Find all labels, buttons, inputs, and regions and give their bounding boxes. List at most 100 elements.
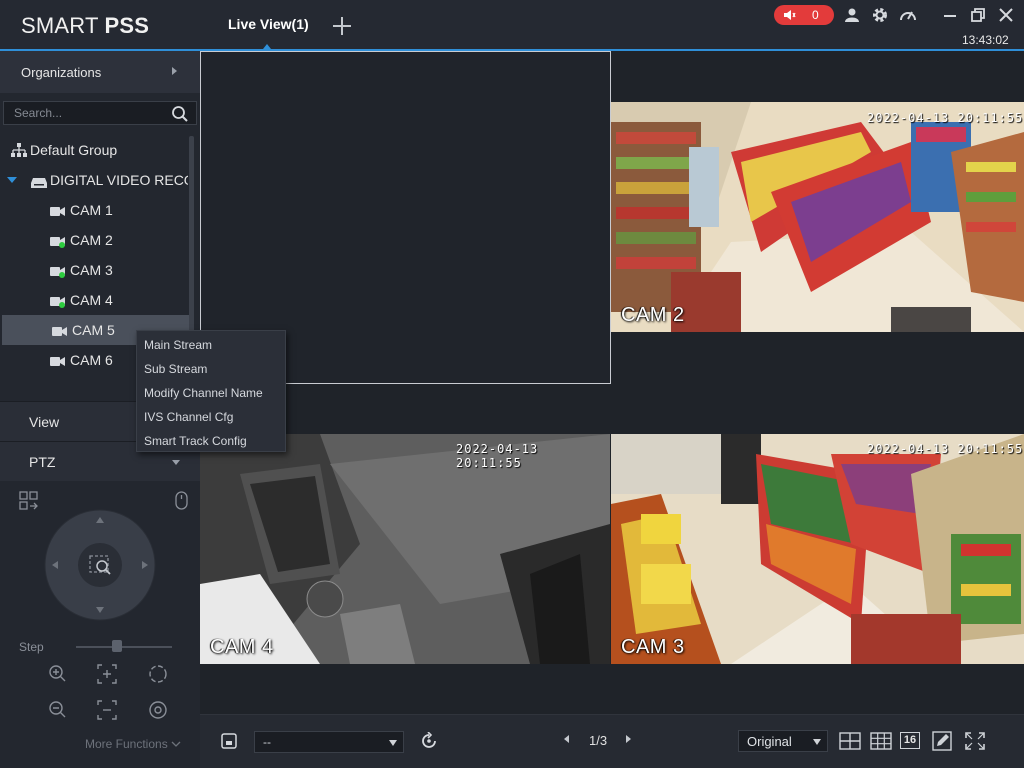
tab-live-view[interactable]: Live View(1) [228,16,309,32]
search-box [3,101,197,125]
ptz-joystick[interactable] [44,509,156,621]
focus-near-icon[interactable] [97,664,117,689]
cam3-label: CAM 3 [621,636,685,658]
video-cell-4[interactable]: 2022-04-13 20:11:55 CAM 3 [611,384,1024,714]
channel-label: CAM 5 [72,322,115,338]
channel-label: CAM 3 [70,262,113,278]
context-menu-item[interactable]: Sub Stream [144,357,284,379]
view-select[interactable]: -- [254,731,404,753]
tree-device-label: DIGITAL VIDEO RECO [50,172,188,188]
tree-item-channel[interactable]: CAM 4 [0,285,188,315]
dropdown-arrow-icon [389,740,397,746]
search-input[interactable] [14,105,164,121]
video-cell-2[interactable]: 2022-04-13 20:11:55 CAM 2 [611,51,1024,384]
cam2-timestamp: 2022-04-13 20:11:55 [867,111,1024,125]
user-icon[interactable] [843,6,861,24]
prev-page-icon[interactable] [564,735,569,743]
organizations-header[interactable]: Organizations [0,51,200,93]
mouse-icon[interactable] [175,491,188,516]
ptz-layout-icon[interactable] [19,491,39,516]
dvr-icon [31,175,47,191]
tree-item-channel[interactable]: CAM 1 [0,195,188,225]
page-indicator: 1/3 [589,733,608,748]
view-select-value: -- [263,735,271,749]
channel-label: CAM 1 [70,202,113,218]
camera-icon [50,235,66,251]
expand-arrow-icon[interactable] [7,177,17,183]
speaker-icon [782,8,796,27]
tree-item-channel[interactable]: CAM 2 [0,225,188,255]
context-menu-item[interactable]: Smart Track Config [144,429,284,451]
iris-close-icon[interactable] [148,700,168,725]
chevron-right-icon [172,67,177,75]
channel-context-menu: Main Stream Sub Stream Modify Channel Name… [136,330,286,452]
add-tab-icon[interactable] [330,14,354,38]
cam4-timestamp: 2022-04-13 20:11:55 [456,442,539,470]
zoom-in-icon[interactable] [48,664,68,689]
channel-label: CAM 2 [70,232,113,248]
tree-item-default-group[interactable]: Default Group [0,135,188,165]
camera-icon [52,325,68,341]
close-icon[interactable] [997,6,1015,24]
next-page-icon[interactable] [626,735,631,743]
layout-9-icon[interactable] [870,731,892,751]
app-logo: SMART PSS [21,13,150,38]
channel-label: CAM 6 [70,352,113,368]
chevron-down-icon [171,741,181,747]
more-functions-link[interactable]: More Functions [85,737,181,751]
alarm-badge[interactable]: 0 [774,5,834,25]
context-menu-item-label: Smart Track Config [144,434,247,448]
clock: 13:43:02 [962,33,1009,47]
channel-label: CAM 4 [70,292,113,308]
camera-icon [50,205,66,221]
restore-icon[interactable] [969,6,987,24]
title-bar: SMART PSS Live View(1) 0 13:43:02 [0,0,1024,51]
context-menu-item-label: Sub Stream [144,362,208,376]
more-functions-label: More Functions [85,737,168,751]
bottom-toolbar: -- 1/3 Original 16 [200,714,1024,768]
cam4-label: CAM 4 [210,636,274,658]
dashboard-icon[interactable] [899,6,917,24]
tree-item-channel[interactable]: CAM 3 [0,255,188,285]
cam3-video-frame [611,434,1024,664]
context-menu-item[interactable]: IVS Channel Cfg [144,405,284,427]
chevron-down-icon [172,460,180,465]
step-label: Step [19,640,44,654]
camera-icon [50,265,66,281]
refresh-icon[interactable] [420,731,438,755]
context-menu-item[interactable]: Main Stream [144,333,284,355]
search-icon[interactable] [171,105,189,128]
iris-open-icon[interactable] [148,664,168,689]
camera-icon [50,295,66,311]
fullscreen-icon[interactable] [964,731,986,751]
tree-item-device[interactable]: DIGITAL VIDEO RECO [0,165,188,195]
save-view-icon[interactable] [221,733,237,754]
context-menu-item-label: Modify Channel Name [144,386,263,400]
layout-16-button[interactable]: 16 [900,731,922,751]
dropdown-arrow-icon [813,739,821,745]
context-menu-item-label: IVS Channel Cfg [144,410,234,424]
minimize-icon[interactable] [941,6,959,24]
alarm-count: 0 [812,8,819,22]
context-menu-item-label: Main Stream [144,338,213,352]
cam2-label: CAM 2 [621,304,685,326]
cam2-video-frame [611,102,1024,332]
layout-4-icon[interactable] [839,731,861,751]
view-label: View [29,414,60,430]
org-tree-icon [11,143,27,160]
smart-pss-window: SMART PSS Live View(1) 0 13:43:02 Organi… [0,0,1024,768]
zoom-out-icon[interactable] [48,700,68,725]
step-slider-track[interactable] [76,646,172,648]
context-menu-item[interactable]: Modify Channel Name [144,381,284,403]
gear-icon[interactable] [871,6,889,24]
cam3-timestamp: 2022-04-13 20:11:55 [867,442,1024,456]
step-slider-thumb[interactable] [112,640,122,652]
aspect-ratio-value: Original [747,734,792,749]
layout-16-label: 16 [900,732,920,749]
ptz-panel: Step More Functions [0,481,200,768]
aspect-ratio-select[interactable]: Original [738,730,828,752]
ptz-label: PTZ [29,454,56,470]
edit-layout-icon[interactable] [932,731,954,751]
camera-icon [50,355,66,371]
focus-far-icon[interactable] [97,700,117,725]
